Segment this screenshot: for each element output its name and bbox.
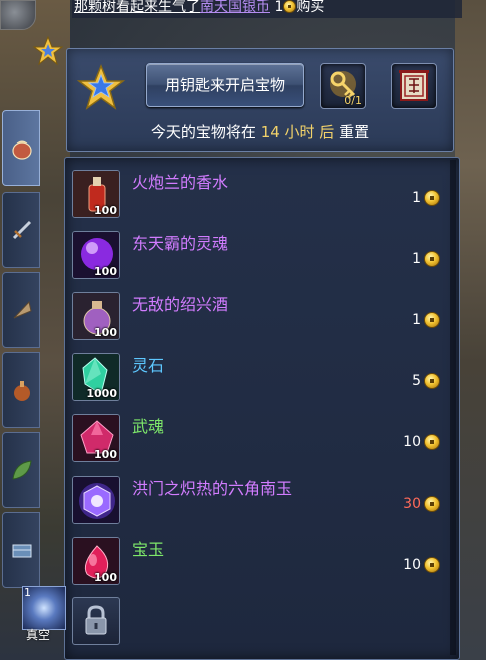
item-name: 灵石 [132,356,165,375]
lock-icon [85,605,107,635]
reset-timer: 今天的宝物将在 14 小时 后 重置 [66,121,454,142]
green-crystal-icon: 1000 [72,353,120,401]
list-item[interactable]: 1000 灵石 5 [68,346,448,404]
item-quantity: 100 [94,204,117,217]
item-price: 10 [403,434,440,450]
price-value: 10 [403,557,421,573]
hexagon-jade-icon [72,476,120,524]
item-quantity: 100 [94,571,117,584]
category-tabs [0,96,40,588]
reset-prefix: 今天的宝物将在 [150,123,256,141]
item-price: 1 [412,312,440,328]
item-name: 宝玉 [132,540,165,559]
list-item[interactable]: 100 宝玉 10 [68,530,448,588]
shop-scroll-slot[interactable] [391,63,437,109]
tab-weapon[interactable] [2,192,40,268]
purchase-hint: 那颗树看起来生气了南天国银币 1 购买 [72,0,462,18]
locked-slot[interactable] [72,597,120,645]
coin-icon [424,496,440,512]
pink-gem-icon: 100 [72,414,120,462]
pink-jewel-icon: 100 [72,537,120,585]
perfume-bottle-icon: 100 [72,170,120,218]
list-item[interactable]: 100 无敌的绍兴酒 1 [68,285,448,343]
item-price: 5 [412,373,440,389]
item-name: 武魂 [132,417,165,436]
item-name: 火炮兰的香水 [132,173,229,192]
list-item[interactable]: 100 武魂 10 [68,407,448,465]
chest-icon [12,544,32,558]
gourd-icon [14,381,30,401]
avatar[interactable] [0,0,36,30]
item-price: 1 [412,190,440,206]
price-value: 5 [412,373,421,389]
item-price: 1 [412,251,440,267]
item-quantity: 100 [94,448,117,461]
hint-suffix: 购买 [296,0,325,15]
shop-scroll-icon [399,70,429,101]
price-value: 1 [412,190,421,206]
tab-box[interactable] [2,512,40,588]
list-item[interactable]: 100 火炮兰的香水 1 [68,163,448,221]
skill-number: 1 [24,586,31,599]
currency-link[interactable]: 南天国银币 [200,0,270,15]
horn-icon [13,300,32,319]
tab-material[interactable] [2,272,40,348]
hint-text: 那颗树看起来生气了 [74,0,200,15]
coin-icon [283,0,297,13]
open-with-key-button[interactable]: 用钥匙来开启宝物 [146,63,304,107]
coin-icon [424,251,440,267]
item-quantity: 1000 [86,387,117,400]
wine-jar-icon: 100 [72,292,120,340]
reset-suffix: 重置 [339,123,370,141]
skill-label: 真空 [26,628,51,642]
list-item[interactable]: 洪门之炽热的六角南玉 30 [68,469,448,527]
tab-pouch[interactable] [2,110,40,186]
list-scrollbar[interactable] [450,160,456,655]
coin-icon [424,434,440,450]
coin-icon [424,557,440,573]
list-item[interactable]: 100 东天霸的灵魂 1 [68,224,448,282]
key-count: 0/1 [344,94,362,107]
coin-icon [424,312,440,328]
leaf-icon [12,460,32,480]
sword-icon [12,220,32,240]
item-price: 10 [403,557,440,573]
coin-icon [424,190,440,206]
pouch-icon [12,140,32,160]
price-value: 10 [403,434,421,450]
hint-count: 1 [274,0,284,15]
star-badge-icon [33,36,63,66]
item-name: 洪门之炽热的六角南玉 [132,479,293,498]
key-slot[interactable]: 0/1 [320,63,366,109]
price-value: 1 [412,312,421,328]
reset-hours: 14 小时 后 [260,123,335,141]
purple-orb-icon: 100 [72,231,120,279]
tab-herb[interactable] [2,432,40,508]
coin-icon [424,373,440,389]
item-price: 30 [403,496,440,512]
star-emblem-icon [76,63,126,110]
tab-consumable[interactable] [2,352,40,428]
item-quantity: 100 [94,326,117,339]
item-quantity: 100 [94,265,117,278]
item-name: 无敌的绍兴酒 [132,295,229,314]
item-name: 东天霸的灵魂 [132,234,229,253]
price-value: 1 [412,251,421,267]
price-value: 30 [403,496,421,512]
